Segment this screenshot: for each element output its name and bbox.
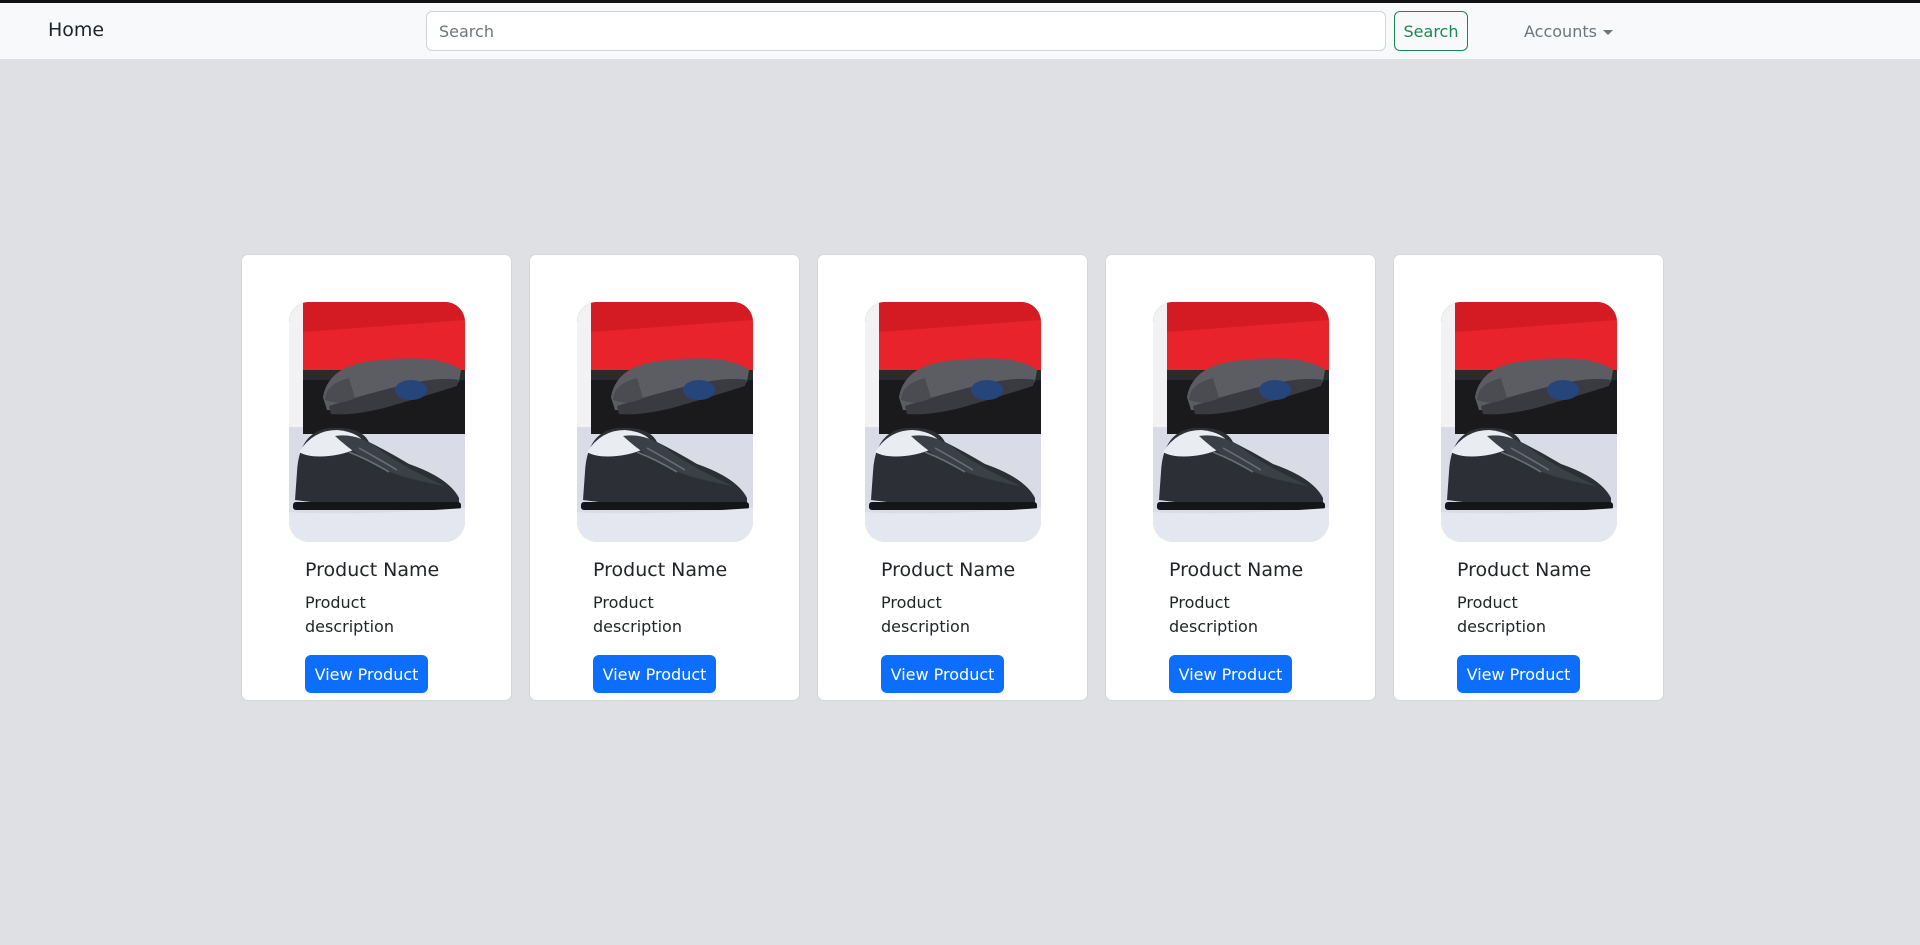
- product-description: Product description: [1169, 593, 1258, 636]
- view-product-button[interactable]: View Product: [305, 655, 428, 693]
- product-name: Product Name: [1169, 559, 1304, 581]
- search-button[interactable]: Search: [1394, 11, 1468, 51]
- home-link[interactable]: Home: [48, 19, 104, 41]
- product-card: Product Name Product description View Pr…: [241, 254, 512, 701]
- product-card: Product Name Product description View Pr…: [817, 254, 1088, 701]
- view-product-button[interactable]: View Product: [1169, 655, 1292, 693]
- search-input[interactable]: [426, 11, 1386, 51]
- product-description: Product description: [593, 593, 682, 636]
- product-grid: Product Name Product description View Pr…: [241, 254, 1664, 701]
- navbar: Home Search Accounts: [0, 3, 1920, 59]
- product-image: [1441, 302, 1617, 542]
- product-card: Product Name Product description View Pr…: [1105, 254, 1376, 701]
- view-product-button[interactable]: View Product: [881, 655, 1004, 693]
- product-image: [865, 302, 1041, 542]
- product-description: Product description: [1457, 593, 1546, 636]
- accounts-dropdown[interactable]: Accounts: [1524, 22, 1613, 41]
- product-card: Product Name Product description View Pr…: [529, 254, 800, 701]
- product-name: Product Name: [305, 559, 440, 581]
- product-name: Product Name: [593, 559, 728, 581]
- product-image: [289, 302, 465, 542]
- accounts-label: Accounts: [1524, 22, 1597, 41]
- caret-down-icon: [1602, 30, 1613, 35]
- product-name: Product Name: [881, 559, 1016, 581]
- view-product-button[interactable]: View Product: [593, 655, 716, 693]
- product-description: Product description: [305, 593, 394, 636]
- product-name: Product Name: [1457, 559, 1592, 581]
- product-description: Product description: [881, 593, 970, 636]
- product-image: [1153, 302, 1329, 542]
- product-card: Product Name Product description View Pr…: [1393, 254, 1664, 701]
- view-product-button[interactable]: View Product: [1457, 655, 1580, 693]
- product-image: [577, 302, 753, 542]
